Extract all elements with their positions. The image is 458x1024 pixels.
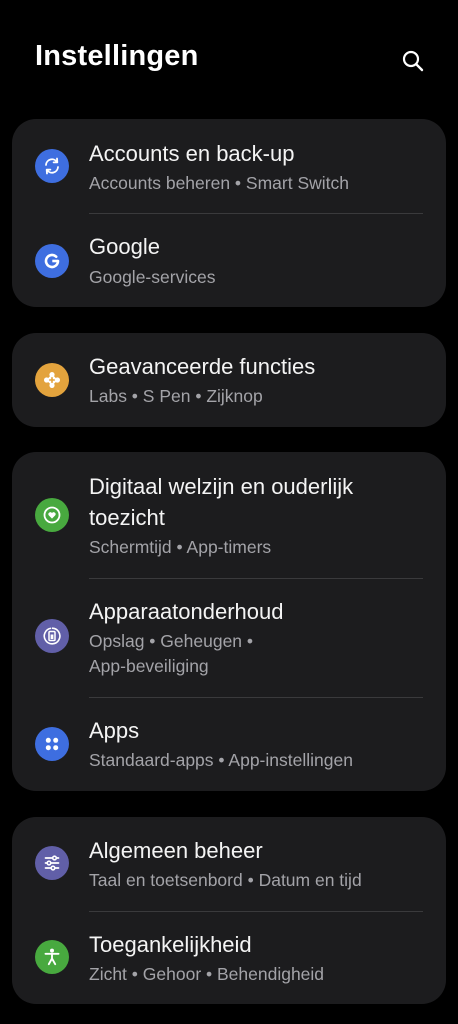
- setting-accounts-backup[interactable]: Accounts en back-up Accounts beheren • S…: [12, 119, 446, 213]
- setting-google[interactable]: Google Google-services: [12, 214, 446, 307]
- setting-label-continued: toezicht: [89, 505, 165, 530]
- google-icon: [35, 244, 69, 278]
- setting-label: Apparaatonderhoud: [89, 599, 284, 624]
- setting-subtitle: Schermtijd • App-timers: [89, 537, 272, 557]
- page-title: Instellingen: [35, 40, 199, 72]
- setting-device-care[interactable]: Apparaatonderhoud Opslag • Geheugen • Ap…: [12, 579, 446, 697]
- setting-subtitle: Standaard-apps • App-instellingen: [89, 750, 353, 770]
- accessibility-icon: [35, 940, 69, 974]
- search-icon: [402, 50, 424, 72]
- search-button[interactable]: [398, 46, 428, 76]
- app-header: Instellingen: [0, 0, 458, 110]
- gear-plus-icon: [35, 363, 69, 397]
- setting-subtitle: Opslag • Geheugen •: [89, 631, 254, 651]
- setting-subtitle: Taal en toetsenbord • Datum en tijd: [89, 870, 362, 890]
- settings-group-general: Algemeen beheer Taal en toetsenbord • Da…: [12, 817, 446, 1004]
- apps-grid-icon: [35, 727, 69, 761]
- setting-label: Toegankelijkheid: [89, 932, 252, 957]
- setting-label: Algemeen beheer: [89, 838, 263, 863]
- setting-subtitle: Zicht • Gehoor • Behendigheid: [89, 964, 325, 984]
- setting-label: Accounts en back-up: [89, 141, 295, 166]
- settings-group-device: Digitaal welzijn en ouderlijk toezicht S…: [12, 452, 446, 791]
- sliders-icon: [35, 846, 69, 880]
- setting-label: Geavanceerde functies: [89, 354, 316, 379]
- setting-subtitle: Accounts beheren • Smart Switch: [89, 173, 349, 193]
- setting-label: Google: [89, 234, 160, 259]
- setting-general-management[interactable]: Algemeen beheer Taal en toetsenbord • Da…: [12, 817, 446, 911]
- settings-group-accounts: Accounts en back-up Accounts beheren • S…: [12, 119, 446, 307]
- setting-apps[interactable]: Apps Standaard-apps • App-instellingen: [12, 698, 446, 791]
- settings-group-advanced: Geavanceerde functies Labs • S Pen • Zij…: [12, 333, 446, 427]
- setting-subtitle: Google-services: [89, 267, 216, 287]
- setting-subtitle-continued: App-beveiliging: [89, 656, 209, 676]
- sync-icon: [35, 149, 69, 183]
- setting-subtitle: Labs • S Pen • Zijknop: [89, 386, 263, 406]
- setting-label: Digitaal welzijn en ouderlijk: [89, 474, 354, 499]
- setting-accessibility[interactable]: Toegankelijkheid Zicht • Gehoor • Behend…: [12, 912, 446, 1004]
- setting-advanced-features[interactable]: Geavanceerde functies Labs • S Pen • Zij…: [12, 333, 446, 427]
- setting-digital-wellbeing[interactable]: Digitaal welzijn en ouderlijk toezicht S…: [12, 452, 446, 578]
- heart-circle-icon: [35, 498, 69, 532]
- setting-label: Apps: [89, 718, 140, 743]
- device-care-icon: [35, 619, 69, 653]
